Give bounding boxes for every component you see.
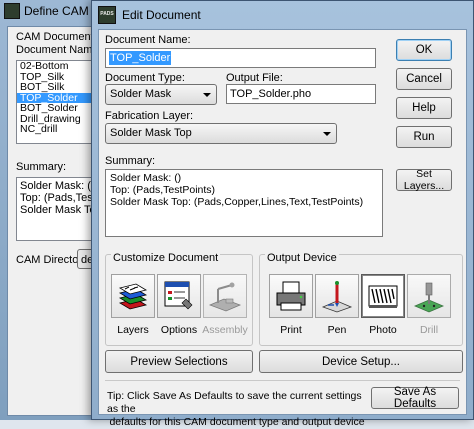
chevron-down-icon: [203, 93, 211, 97]
ok-button[interactable]: OK: [396, 39, 452, 61]
edit-document-dialog: PADS Edit Document Document Name: TOP_So…: [91, 0, 474, 428]
fabrication-layer-select[interactable]: Solder Mask Top: [105, 123, 337, 144]
output-file-label: Output File:: [226, 72, 283, 84]
photo-plotter-icon: [368, 285, 398, 308]
bg-document-name-label: Document Name:: [16, 44, 102, 56]
save-as-defaults-button[interactable]: Save As Defaults: [371, 386, 459, 410]
bg-window-title: Define CAM D: [24, 4, 101, 18]
summary-box: Solder Mask: () Top: (Pads,TestPoints) S…: [105, 169, 383, 237]
window-title: Edit Document: [122, 7, 201, 22]
options-label: Options: [160, 324, 198, 336]
tip-line: Tip: Click Save As Defaults to save the …: [107, 390, 362, 415]
tip-line: defaults for this CAM document type and …: [109, 416, 365, 428]
assembly-button[interactable]: [203, 274, 247, 318]
fabrication-layer-label: Fabrication Layer:: [105, 110, 194, 122]
options-button[interactable]: [157, 274, 201, 318]
divider: [105, 380, 460, 381]
layers-icon: [118, 283, 148, 310]
fabrication-layer-value: Solder Mask Top: [110, 127, 192, 139]
preview-selections-button[interactable]: Preview Selections: [105, 350, 253, 373]
document-name-label: Document Name:: [105, 34, 191, 46]
document-type-select[interactable]: Solder Mask: [105, 84, 217, 105]
title-bar: PADS Edit Document: [92, 1, 473, 28]
pen-button[interactable]: [315, 274, 359, 318]
layers-button[interactable]: [111, 274, 155, 318]
layers-label: Layers: [117, 324, 149, 336]
summary-line: Top: (Pads,TestPoints): [110, 184, 216, 196]
output-file-input[interactable]: TOP_Solder.pho: [226, 84, 376, 104]
drill-icon: [413, 282, 445, 313]
pen-plotter-icon: [321, 281, 353, 313]
print-label: Print: [280, 324, 302, 336]
printer-icon: [276, 281, 306, 311]
document-name-value: TOP_Solder: [109, 51, 172, 65]
summary-line: Solder Mask: (): [110, 172, 182, 184]
bg-summary-label: Summary:: [16, 161, 67, 173]
dialog-client-area: Document Name: TOP_Solder Document Type:…: [98, 29, 467, 428]
pen-label: Pen: [327, 324, 347, 336]
options-icon: [164, 281, 193, 310]
customize-document-label: Customize Document: [111, 252, 221, 264]
summary-label: Summary:: [105, 155, 156, 167]
pads-app-icon: [4, 3, 20, 19]
cancel-button[interactable]: Cancel: [396, 68, 452, 90]
cam-documents-label: CAM Documents: [16, 31, 100, 43]
document-name-input[interactable]: TOP_Solder: [105, 48, 376, 68]
document-type-label: Document Type:: [105, 72, 185, 84]
photo-label: Photo: [369, 324, 397, 336]
run-button[interactable]: Run: [396, 126, 452, 148]
pads-app-icon: PADS: [98, 5, 116, 24]
drill-label: Drill: [419, 324, 439, 336]
drill-button[interactable]: [407, 274, 451, 318]
help-button[interactable]: Help: [396, 97, 452, 119]
set-layers-button[interactable]: Set Layers...: [396, 168, 452, 192]
print-button[interactable]: [269, 274, 313, 318]
tip-text: Tip: Click Save As Defaults to save the …: [107, 390, 367, 429]
output-device-label: Output Device: [265, 252, 339, 264]
device-setup-button[interactable]: Device Setup...: [259, 350, 463, 373]
document-type-value: Solder Mask: [110, 88, 172, 100]
chevron-down-icon: [323, 132, 331, 136]
assembly-label: Assembly: [202, 324, 248, 336]
assembly-icon: [208, 282, 242, 312]
photo-button[interactable]: [361, 274, 405, 318]
summary-line: Solder Mask Top: (Pads,Copper,Lines,Text…: [110, 196, 364, 208]
